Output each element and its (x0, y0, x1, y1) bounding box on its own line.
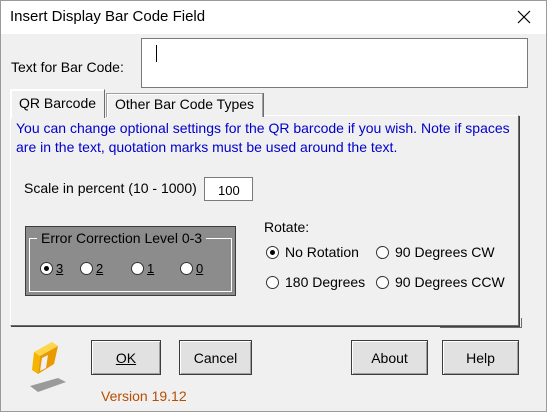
rotate-option-no-rotation[interactable]: No Rotation (266, 244, 359, 260)
info-text: You can change optional settings for the… (16, 120, 510, 155)
barcode-text-input[interactable] (141, 38, 528, 88)
ec-option-1-label: 1 (147, 261, 155, 276)
close-icon (517, 10, 531, 24)
app-logo-icon (28, 334, 70, 394)
ok-button-label: OK (115, 349, 137, 366)
radio-checked-icon (266, 245, 279, 259)
ec-option-2-label: 2 (96, 261, 104, 276)
radio-icon (80, 262, 93, 275)
rotate-option-90-ccw-label: 90 Degrees CCW (395, 274, 505, 290)
cancel-button[interactable]: Cancel (179, 340, 252, 375)
ec-option-1[interactable]: 1 (131, 261, 154, 276)
radio-icon (266, 275, 279, 289)
radio-icon (131, 262, 144, 275)
rotate-label: Rotate: (264, 219, 310, 235)
error-correction-title: Error Correction Level 0-3 (37, 230, 207, 246)
about-button[interactable]: About (351, 340, 428, 375)
window-title: Insert Display Bar Code Field (10, 8, 206, 25)
rotate-option-180[interactable]: 180 Degrees (266, 274, 365, 290)
radio-icon (180, 262, 193, 275)
barcode-text-label-text: Text for Bar Code: (11, 59, 124, 75)
scale-input[interactable]: 100 (204, 177, 253, 201)
help-button-label: Help (466, 349, 495, 366)
about-button-label: About (371, 349, 408, 366)
text-caret (156, 45, 157, 62)
ec-option-3[interactable]: 3 (40, 261, 63, 276)
radio-icon (376, 275, 389, 289)
rotate-option-180-label: 180 Degrees (285, 274, 366, 290)
cancel-button-label: Cancel (193, 349, 238, 366)
rotate-option-no-rotation-label: No Rotation (285, 244, 359, 260)
rotate-option-90-ccw[interactable]: 90 Degrees CCW (376, 274, 505, 290)
rotate-option-90-cw-label: 90 Degrees CW (395, 244, 495, 260)
close-button[interactable] (501, 0, 547, 34)
scale-label: Scale in percent (10 - 1000) (24, 180, 197, 196)
title-bar: Insert Display Bar Code Field (0, 0, 547, 34)
version-label: Version 19.12 (101, 388, 187, 404)
tab-qr-barcode[interactable]: QR Barcode (10, 89, 106, 118)
ec-option-2[interactable]: 2 (80, 261, 103, 276)
barcode-text-label: Text for Bar Code: (11, 59, 124, 75)
radio-checked-icon (40, 262, 53, 275)
ec-option-0-label: 0 (196, 261, 204, 276)
tab-other-bar-code-types[interactable]: Other Bar Code Types (106, 93, 264, 117)
radio-icon (376, 245, 389, 259)
help-button[interactable]: Help (442, 340, 519, 375)
panel-shadow (440, 318, 522, 328)
rotate-option-90-cw[interactable]: 90 Degrees CW (376, 244, 495, 260)
ok-button[interactable]: OK (91, 340, 161, 375)
ec-option-0[interactable]: 0 (180, 261, 203, 276)
ec-option-3-label: 3 (56, 261, 64, 276)
